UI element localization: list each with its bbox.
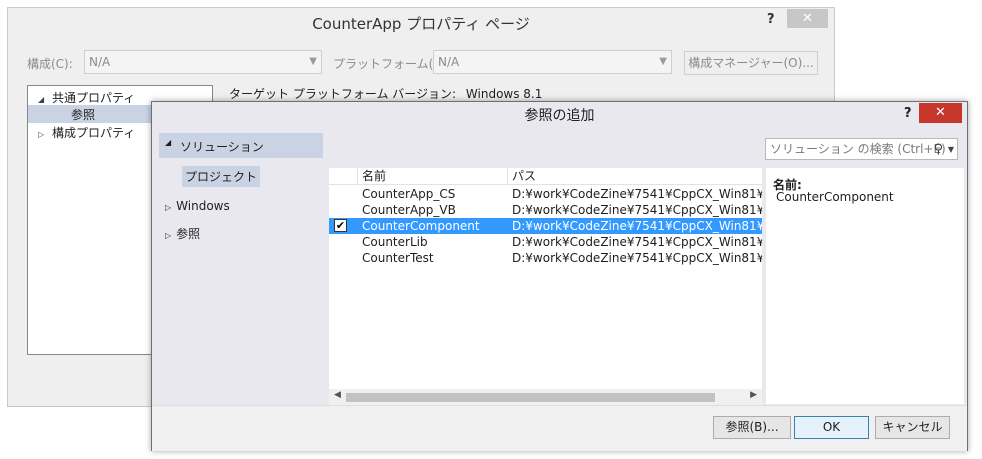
collapsed-triangle-icon[interactable]: ▷ (165, 203, 171, 212)
browse-button[interactable]: 参照(B)... (713, 416, 791, 439)
close-button[interactable]: ✕ (787, 9, 828, 28)
dialog-footer: 参照(B)... OK キャンセル (152, 405, 967, 451)
close-button[interactable]: ✕ (919, 103, 962, 123)
horizontal-scrollbar[interactable]: ◀ ▶ (329, 389, 762, 406)
nav-project[interactable]: プロジェクト (182, 166, 261, 187)
chevron-down-icon: ▼ (309, 56, 317, 67)
cancel-button[interactable]: キャンセル (875, 416, 950, 439)
scrollbar-thumb[interactable] (346, 393, 715, 402)
config-manager-button[interactable]: 構成マネージャー(O)... (684, 51, 818, 75)
details-pane: 名前: CounterComponent (766, 168, 964, 404)
config-label: 構成(C): (27, 57, 73, 71)
scroll-left-icon[interactable]: ◀ (334, 390, 341, 400)
collapsed-triangle-icon[interactable]: ▷ (165, 231, 171, 240)
nav-solution[interactable]: ◢ ソリューション (159, 133, 323, 158)
list-item[interactable]: CounterTest D:¥work¥CodeZine¥7541¥CppCX_… (329, 250, 762, 266)
dialog-title: 参照の追加 (524, 108, 595, 124)
checkbox-checked[interactable]: ✔ (334, 219, 347, 232)
target-platform-row: ターゲット プラットフォーム バージョン: Windows 8.1 (229, 85, 542, 102)
config-value: N/A (89, 55, 111, 69)
list-item[interactable]: CounterApp_CS D:¥work¥CodeZine¥7541¥CppC… (329, 186, 762, 202)
reference-list: 名前 パス CounterApp_CS D:¥work¥CodeZine¥754… (329, 168, 762, 404)
help-button[interactable]: ? (767, 12, 775, 27)
chevron-down-icon[interactable]: ▼ (948, 140, 954, 160)
collapsed-triangle-icon[interactable]: ▷ (38, 130, 52, 139)
checkbox-column-header[interactable] (329, 168, 358, 185)
category-nav: ◢ ソリューション プロジェクト ▷ Windows ▷ 参照 (159, 133, 323, 403)
search-placeholder: ソリューション の検索 (Ctrl+E) (770, 142, 946, 156)
list-item[interactable]: CounterLib D:¥work¥CodeZine¥7541¥CppCX_W… (329, 234, 762, 250)
path-column-header[interactable]: パス (508, 168, 762, 185)
list-item[interactable]: ✔ CounterComponent D:¥work¥CodeZine¥7541… (329, 218, 762, 234)
scroll-right-icon[interactable]: ▶ (750, 390, 757, 400)
list-item[interactable]: CounterApp_VB D:¥work¥CodeZine¥7541¥CppC… (329, 202, 762, 218)
platform-combo[interactable]: N/A ▼ (433, 50, 672, 74)
search-icon[interactable]: ⚲ (933, 140, 943, 160)
search-input[interactable]: ソリューション の検索 (Ctrl+E) ⚲ ▼ (765, 138, 958, 160)
details-name-value: CounterComponent (776, 190, 894, 204)
chevron-down-icon: ▼ (659, 56, 667, 67)
ok-button[interactable]: OK (794, 416, 869, 439)
nav-windows[interactable]: ▷ Windows (165, 199, 230, 213)
window-title: CounterApp プロパティ ページ (312, 15, 530, 33)
platform-value: N/A (438, 55, 460, 69)
nav-reference[interactable]: ▷ 参照 (165, 225, 200, 242)
tree-item-common-properties[interactable]: ◢ 共通プロパティ (38, 89, 135, 106)
config-combo[interactable]: N/A ▼ (84, 50, 322, 74)
target-platform-value: Windows 8.1 (465, 87, 543, 101)
add-reference-dialog: 参照の追加 ? ✕ ◢ ソリューション プロジェクト ▷ Windows ▷ 参照 … (151, 101, 968, 451)
expanded-triangle-icon[interactable]: ◢ (38, 95, 52, 104)
help-button[interactable]: ? (904, 106, 912, 121)
tree-item-config-properties[interactable]: ▷ 構成プロパティ (38, 124, 135, 141)
name-column-header[interactable]: 名前 (358, 168, 508, 185)
platform-label: プラットフォーム(P): (333, 57, 450, 71)
expanded-triangle-icon[interactable]: ◢ (165, 138, 171, 147)
target-platform-label: ターゲット プラットフォーム バージョン: (229, 87, 457, 101)
